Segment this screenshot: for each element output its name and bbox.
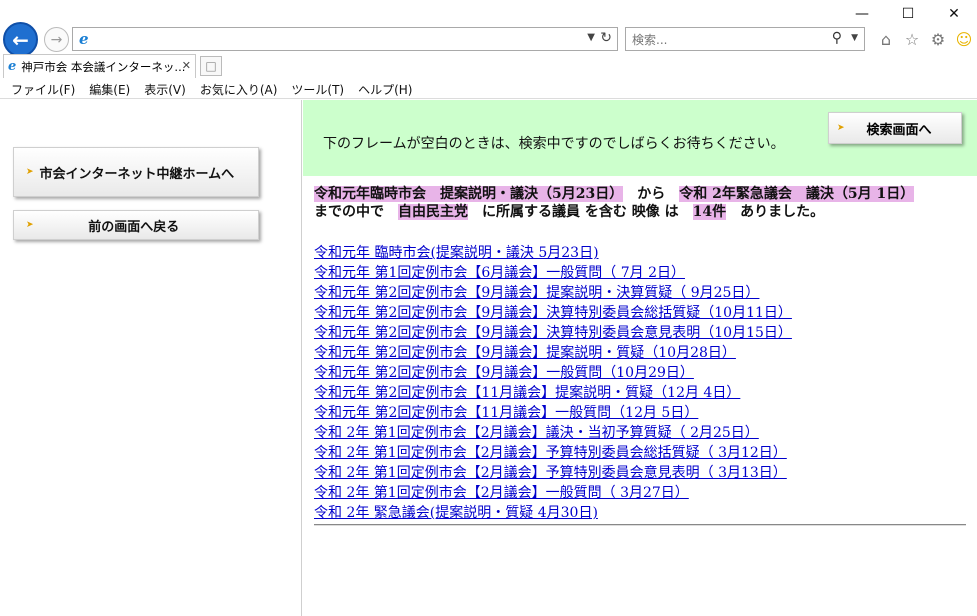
smiley-icon[interactable]: ☺ — [954, 29, 974, 49]
result-count: 14件 — [692, 204, 727, 220]
back-button[interactable]: ➤ 前の画面へ戻る — [13, 210, 259, 240]
party-name: 自由民主党 — [398, 204, 468, 220]
line2-mid: に所属する議員 を含む 映像 は — [482, 204, 679, 220]
left-frame: ➤ 市会インターネット中継ホームへ ➤ 前の画面へ戻る — [0, 100, 302, 616]
home-button-label: 市会インターネット中継ホームへ — [39, 166, 235, 182]
result-link[interactable]: 令和 2年 緊急議会(提案説明・質疑 4月30日) — [314, 503, 974, 523]
arrow-right-icon: ➤ — [26, 220, 34, 230]
result-link[interactable]: 令和元年 第2回定例市会【11月議会】提案説明・質疑（12月 4日） — [314, 383, 974, 403]
result-link[interactable]: 令和 2年 第1回定例市会【2月議会】予算特別委員会総括質疑（ 3月12日） — [314, 443, 974, 463]
result-link[interactable]: 令和元年 第2回定例市会【9月議会】決算特別委員会総括質疑（10月11日） — [314, 303, 974, 323]
gear-icon[interactable]: ⚙ — [928, 29, 948, 49]
from-suffix: から — [637, 186, 666, 202]
minimize-icon[interactable]: — — [839, 0, 885, 28]
menu-favorites[interactable]: お気に入り(A) — [193, 78, 285, 98]
divider — [314, 524, 966, 526]
close-icon[interactable]: ✕ — [931, 0, 977, 28]
right-frame: 下のフレームが空白のときは、検索中ですのでしばらくお待ちください。 ➤ 検索画面… — [303, 100, 977, 616]
back-arrow-icon[interactable]: ← — [3, 22, 38, 57]
home-button[interactable]: ➤ 市会インターネット中継ホームへ — [13, 147, 259, 197]
back-button-label: 前の画面へ戻る — [88, 219, 180, 235]
arrow-right-icon: ➤ — [26, 167, 34, 177]
menu-help[interactable]: ヘルプ(H) — [351, 78, 419, 98]
result-link[interactable]: 令和元年 第2回定例市会【9月議会】一般質問（10月29日） — [314, 363, 974, 383]
ie-logo-icon: e — [8, 59, 17, 74]
address-bar[interactable]: e ▼ ↻ — [72, 27, 618, 51]
result-link[interactable]: 令和元年 第2回定例市会【9月議会】決算特別委員会意見表明（10月15日） — [314, 323, 974, 343]
result-link[interactable]: 令和元年 第2回定例市会【9月議会】提案説明・質疑（10月28日） — [314, 343, 974, 363]
result-link[interactable]: 令和元年 第1回定例市会【6月議会】一般質問（ 7月 2日） — [314, 263, 974, 283]
result-link[interactable]: 令和 2年 第1回定例市会【2月議会】予算特別委員会意見表明（ 3月13日） — [314, 463, 974, 483]
forward-arrow-icon[interactable]: → — [44, 27, 69, 52]
arrow-right-icon: ➤ — [837, 123, 845, 133]
maximize-icon[interactable]: ☐ — [885, 0, 931, 28]
home-icon[interactable]: ⌂ — [876, 29, 896, 49]
search-box[interactable]: ⚲ ▼ — [625, 27, 865, 51]
menu-file[interactable]: ファイル(F) — [4, 78, 82, 98]
search-input[interactable] — [632, 31, 822, 48]
menu-tools[interactable]: ツール(T) — [284, 78, 351, 98]
toolbar-icons: ⌂ ☆ ⚙ ☺ — [876, 29, 974, 49]
star-icon[interactable]: ☆ — [902, 29, 922, 49]
chevron-down-icon[interactable]: ▼ — [587, 32, 595, 43]
period-to: 令和 2年緊急議会 議決（5月 1日） — [679, 186, 915, 202]
result-link[interactable]: 令和元年 臨時市会(提案説明・議決 5月23日) — [314, 243, 974, 263]
close-icon[interactable]: ✕ — [182, 59, 191, 72]
refresh-icon[interactable]: ↻ — [600, 30, 612, 46]
search-screen-button[interactable]: ➤ 検索画面へ — [828, 112, 962, 144]
notice-band: 下のフレームが空白のときは、検索中ですのでしばらくお待ちください。 ➤ 検索画面… — [303, 100, 977, 176]
menu-edit[interactable]: 編集(E) — [82, 78, 137, 98]
result-summary: 令和元年臨時市会 提案説明・議決（5月23日） から 令和 2年緊急議会 議決（5月… — [314, 185, 964, 221]
menu-bar: ファイル(F) 編集(E) 表示(V) お気に入り(A) ツール(T) ヘルプ(… — [0, 78, 977, 99]
menu-view[interactable]: 表示(V) — [137, 78, 193, 98]
browser-tab[interactable]: e 神戸市会 本会議インターネッ... ✕ — [3, 54, 196, 78]
period-from: 令和元年臨時市会 提案説明・議決（5月23日） — [314, 186, 624, 202]
result-link[interactable]: 令和 2年 第1回定例市会【2月議会】一般質問（ 3月27日） — [314, 483, 974, 503]
window-controls: — ☐ ✕ — [839, 0, 977, 28]
new-tab-icon[interactable]: □ — [200, 56, 222, 76]
search-screen-button-label: 検索画面へ — [866, 122, 932, 138]
result-link[interactable]: 令和 2年 第1回定例市会【2月議会】議決・当初予算質疑（ 2月25日） — [314, 423, 974, 443]
line2-suffix: ありました。 — [740, 204, 825, 220]
chevron-down-icon[interactable]: ▼ — [851, 33, 858, 43]
notice-text: 下のフレームが空白のときは、検索中ですのでしばらくお待ちください。 — [323, 136, 785, 152]
ie-logo-icon: e — [79, 30, 89, 48]
result-link[interactable]: 令和元年 第2回定例市会【9月議会】提案説明・決算質疑（ 9月25日） — [314, 283, 974, 303]
line2-prefix: までの中で — [314, 204, 384, 220]
results-list: 令和元年 臨時市会(提案説明・議決 5月23日) 令和元年 第1回定例市会【6月… — [314, 243, 974, 523]
search-icon[interactable]: ⚲ — [832, 30, 842, 46]
result-link[interactable]: 令和元年 第2回定例市会【11月議会】一般質問（12月 5日） — [314, 403, 974, 423]
tab-title: 神戸市会 本会議インターネッ... — [21, 59, 186, 74]
